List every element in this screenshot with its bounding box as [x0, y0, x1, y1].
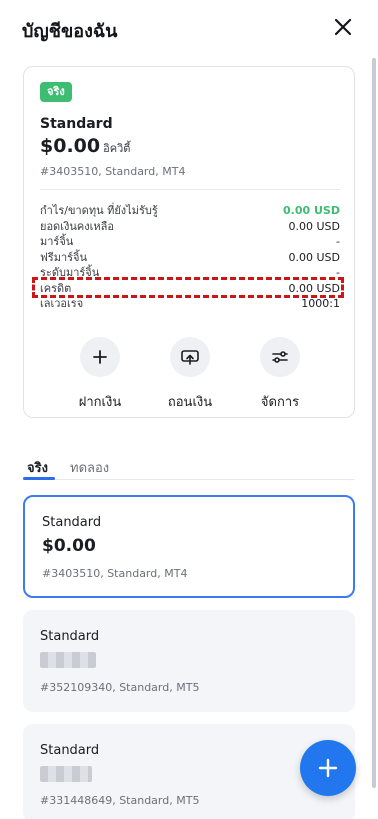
page-title: บัญชีของฉัน [22, 21, 118, 42]
manage-button[interactable]: จัดการ [240, 337, 320, 412]
account-list-item[interactable]: Standard #352109340, Standard, MT5 [23, 610, 355, 712]
hidden-balance [40, 766, 92, 782]
hidden-balance [40, 652, 96, 668]
stat-label: ฟรีมาร์จิ้น [40, 250, 87, 264]
stat-label: ยอดเงินคงเหลือ [40, 219, 114, 233]
account-list-item[interactable]: Standard $0.00 #3403510, Standard, MT4 [23, 495, 355, 598]
account-item-name: Standard [42, 515, 102, 530]
stat-row-leverage: เลเวอเรจ 1000:1 [40, 296, 340, 312]
account-summary-card: จริง Standard $0.00 อิควิตี้ #3403510, St… [23, 66, 355, 418]
account-subtitle: #3403510, Standard, MT4 [40, 165, 186, 178]
active-tab-indicator [23, 477, 55, 480]
plus-icon [80, 337, 120, 377]
stat-row-balance: ยอดเงินคงเหลือ 0.00 USD [40, 219, 340, 235]
stat-value: 1000:1 [301, 297, 340, 310]
scrollbar[interactable] [372, 58, 376, 788]
divider [40, 189, 340, 190]
account-type-tabs: จริง ทดลอง [23, 450, 355, 480]
account-item-name: Standard [40, 629, 100, 644]
tab-real[interactable]: จริง [27, 457, 48, 478]
real-badge: จริง [40, 82, 72, 102]
credit-highlight-box [32, 277, 344, 298]
plus-icon [318, 758, 338, 778]
stat-label: มาร์จิ้น [40, 235, 74, 248]
account-item-balance: $0.00 [42, 536, 96, 556]
account-item-subtitle: #352109340, Standard, MT5 [40, 681, 200, 694]
stat-label: กำไร/ขาดทุน ที่ยังไม่รับรู้ [40, 204, 158, 217]
stat-row-free-margin: ฟรีมาร์จิ้น 0.00 USD [40, 250, 340, 266]
account-item-subtitle: #331448649, Standard, MT5 [40, 794, 200, 807]
deposit-button[interactable]: ฝากเงิน [60, 337, 140, 412]
deposit-label: ฝากเงิน [78, 395, 122, 410]
manage-label: จัดการ [260, 395, 300, 410]
stat-value: - [336, 235, 340, 248]
account-item-subtitle: #3403510, Standard, MT4 [42, 567, 188, 580]
stat-row-margin: มาร์จิ้น - [40, 234, 340, 250]
stat-label: เลเวอเรจ [40, 297, 84, 310]
manage-icon [260, 337, 300, 377]
close-icon[interactable] [331, 15, 355, 39]
stat-value: 0.00 USD [288, 219, 341, 233]
account-name: Standard [40, 116, 113, 132]
withdraw-button[interactable]: ถอนเงิน [150, 337, 230, 412]
account-balance: $0.00 อิควิตี้ [40, 135, 131, 157]
header: บัญชีของฉัน [0, 0, 378, 56]
stat-row-unrealized-pl: กำไร/ขาดทุน ที่ยังไม่รับรู้ 0.00 USD [40, 203, 340, 219]
account-item-name: Standard [40, 743, 100, 758]
withdraw-label: ถอนเงิน [167, 395, 213, 410]
tab-demo[interactable]: ทดลอง [70, 457, 109, 478]
stat-value: 0.00 USD [283, 204, 340, 217]
withdraw-icon [170, 337, 210, 377]
account-actions: ฝากเงิน ถอนเงิน จัดการ [40, 337, 340, 410]
add-account-button[interactable] [300, 740, 356, 796]
stat-value: 0.00 USD [288, 250, 341, 264]
equity-label: อิควิตี้ [103, 142, 131, 155]
